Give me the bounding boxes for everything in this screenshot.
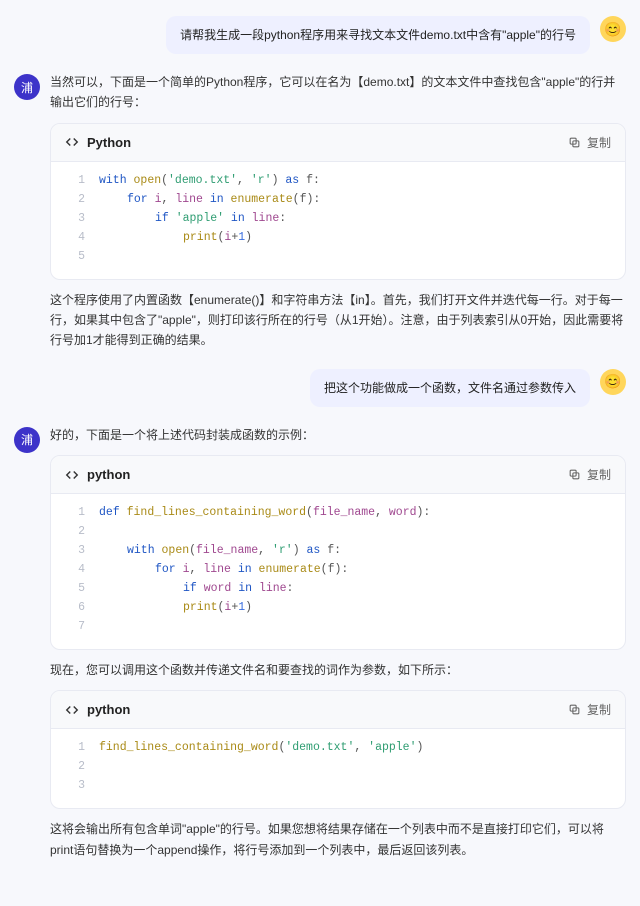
user-avatar-emoji: 😊 bbox=[604, 21, 621, 38]
code-content: with open(file_name, 'r') as f: bbox=[99, 542, 341, 561]
code-language-label: python bbox=[87, 702, 130, 717]
copy-label: 复制 bbox=[587, 701, 611, 718]
assistant-content: 当然可以，下面是一个简单的Python程序，它可以在名为【demo.txt】的文… bbox=[50, 72, 626, 351]
user-message-text: 把这个功能做成一个函数，文件名通过参数传入 bbox=[324, 381, 576, 395]
code-block: python 复制 1 def find_lines_containing_wor… bbox=[50, 455, 626, 650]
code-icon bbox=[65, 703, 79, 717]
line-number: 1 bbox=[65, 172, 85, 191]
copy-icon bbox=[568, 468, 581, 481]
code-line: 2 bbox=[65, 523, 611, 542]
code-language-label: python bbox=[87, 467, 130, 482]
user-message-bubble: 把这个功能做成一个函数，文件名通过参数传入 bbox=[310, 369, 590, 407]
user-message-text: 请帮我生成一段python程序用来寻找文本文件demo.txt中含有"apple… bbox=[180, 28, 576, 42]
copy-icon bbox=[568, 703, 581, 716]
code-language: python bbox=[65, 467, 130, 482]
code-line: 4 for i, line in enumerate(f): bbox=[65, 561, 611, 580]
code-line: 7 bbox=[65, 618, 611, 637]
assistant-text: 这将会输出所有包含单词"apple"的行号。如果您想将结果存储在一个列表中而不是… bbox=[50, 819, 626, 860]
assistant-avatar: 浦 bbox=[14, 74, 40, 100]
code-header: python 复制 bbox=[51, 456, 625, 494]
code-content: if word in line: bbox=[99, 580, 293, 599]
code-line: 2 bbox=[65, 758, 611, 777]
code-line: 1 with open('demo.txt', 'r') as f: bbox=[65, 172, 611, 191]
code-content: for i, line in enumerate(f): bbox=[99, 561, 348, 580]
assistant-avatar: 浦 bbox=[14, 427, 40, 453]
user-avatar-emoji: 😊 bbox=[604, 373, 621, 390]
assistant-avatar-label: 浦 bbox=[21, 431, 33, 448]
code-line: 5 if word in line: bbox=[65, 580, 611, 599]
code-header: Python 复制 bbox=[51, 124, 625, 162]
assistant-text: 这个程序使用了内置函数【enumerate()】和字符串方法【in】。首先，我们… bbox=[50, 290, 626, 351]
assistant-text: 好的，下面是一个将上述代码封装成函数的示例： bbox=[50, 425, 626, 445]
line-number: 7 bbox=[65, 618, 85, 637]
code-line: 5 bbox=[65, 248, 611, 267]
line-number: 3 bbox=[65, 210, 85, 229]
user-message-row: 请帮我生成一段python程序用来寻找文本文件demo.txt中含有"apple… bbox=[14, 16, 626, 54]
code-content: for i, line in enumerate(f): bbox=[99, 191, 320, 210]
line-number: 4 bbox=[65, 561, 85, 580]
user-message-bubble: 请帮我生成一段python程序用来寻找文本文件demo.txt中含有"apple… bbox=[166, 16, 590, 54]
code-line: 4 print(i+1) bbox=[65, 229, 611, 248]
line-number: 3 bbox=[65, 542, 85, 561]
code-language-label: Python bbox=[87, 135, 131, 150]
line-number: 1 bbox=[65, 504, 85, 523]
copy-button[interactable]: 复制 bbox=[568, 134, 611, 151]
line-number: 4 bbox=[65, 229, 85, 248]
code-line: 1 def find_lines_containing_word(file_nam… bbox=[65, 504, 611, 523]
line-number: 2 bbox=[65, 523, 85, 542]
code-content: with open('demo.txt', 'r') as f: bbox=[99, 172, 320, 191]
line-number: 5 bbox=[65, 248, 85, 267]
code-body[interactable]: 1 with open('demo.txt', 'r') as f: 2 for i,… bbox=[51, 162, 625, 279]
code-line: 3 if 'apple' in line: bbox=[65, 210, 611, 229]
copy-label: 复制 bbox=[587, 466, 611, 483]
code-body[interactable]: 1find_lines_containing_word('demo.txt', … bbox=[51, 729, 625, 808]
code-content: def find_lines_containing_word(file_name… bbox=[99, 504, 430, 523]
code-line: 3 bbox=[65, 777, 611, 796]
code-body[interactable]: 1 def find_lines_containing_word(file_nam… bbox=[51, 494, 625, 649]
copy-button[interactable]: 复制 bbox=[568, 466, 611, 483]
line-number: 2 bbox=[65, 191, 85, 210]
code-line: 3 with open(file_name, 'r') as f: bbox=[65, 542, 611, 561]
code-block: python 复制 1find_lines_containing_word('d… bbox=[50, 690, 626, 809]
line-number: 2 bbox=[65, 758, 85, 777]
code-language: Python bbox=[65, 135, 131, 150]
code-content: print(i+1) bbox=[99, 599, 252, 618]
code-content: if 'apple' in line: bbox=[99, 210, 286, 229]
assistant-message-row: 浦 好的，下面是一个将上述代码封装成函数的示例： python 复制 1de bbox=[14, 425, 626, 860]
user-avatar: 😊 bbox=[600, 16, 626, 42]
line-number: 5 bbox=[65, 580, 85, 599]
assistant-message-row: 浦 当然可以，下面是一个简单的Python程序，它可以在名为【demo.txt】… bbox=[14, 72, 626, 351]
line-number: 3 bbox=[65, 777, 85, 796]
assistant-text: 当然可以，下面是一个简单的Python程序，它可以在名为【demo.txt】的文… bbox=[50, 72, 626, 113]
code-header: python 复制 bbox=[51, 691, 625, 729]
user-avatar: 😊 bbox=[600, 369, 626, 395]
code-icon bbox=[65, 135, 79, 149]
user-message-row: 把这个功能做成一个函数，文件名通过参数传入 😊 bbox=[14, 369, 626, 407]
copy-icon bbox=[568, 136, 581, 149]
code-block: Python 复制 1 with open('demo.txt', 'r') as… bbox=[50, 123, 626, 280]
code-content: print(i+1) bbox=[99, 229, 252, 248]
assistant-avatar-label: 浦 bbox=[21, 79, 33, 96]
code-line: 6 print(i+1) bbox=[65, 599, 611, 618]
copy-label: 复制 bbox=[587, 134, 611, 151]
assistant-text: 现在，您可以调用这个函数并传递文件名和要查找的词作为参数，如下所示： bbox=[50, 660, 626, 680]
assistant-content: 好的，下面是一个将上述代码封装成函数的示例： python 复制 1 def fi… bbox=[50, 425, 626, 860]
code-line: 2 for i, line in enumerate(f): bbox=[65, 191, 611, 210]
code-icon bbox=[65, 468, 79, 482]
copy-button[interactable]: 复制 bbox=[568, 701, 611, 718]
code-language: python bbox=[65, 702, 130, 717]
line-number: 6 bbox=[65, 599, 85, 618]
